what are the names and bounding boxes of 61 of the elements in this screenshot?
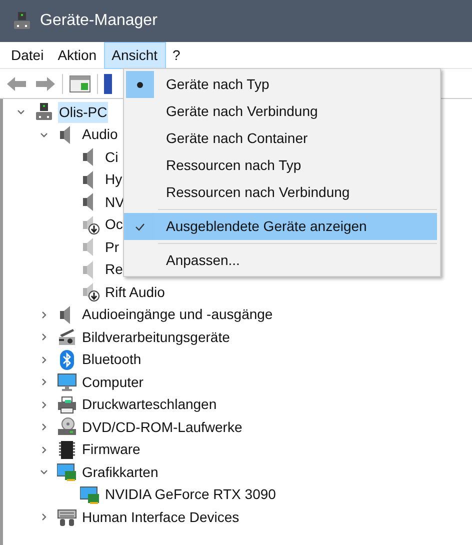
bluetooth-icon: [57, 350, 77, 370]
tree-item[interactable]: Pr: [104, 236, 120, 258]
expanded-chevron-icon[interactable]: [40, 130, 48, 139]
printer-icon: [57, 394, 77, 415]
menu-item[interactable]: Anpassen...: [124, 247, 437, 274]
collapsed-chevron-icon[interactable]: [40, 310, 48, 319]
collapsed-chevron-icon[interactable]: [40, 513, 48, 522]
device-icon[interactable]: [104, 74, 112, 94]
graphics-card-icon: [57, 462, 77, 482]
chip-icon: [57, 440, 77, 460]
monitor-icon: [57, 372, 77, 392]
menu-item[interactable]: Ressourcen nach Typ: [124, 152, 437, 179]
computer-icon: [34, 102, 54, 122]
tree-item[interactable]: Druckwarteschlangen: [81, 394, 218, 416]
tree-item[interactable]: Olis-PC: [58, 102, 108, 123]
radio-dot-icon: [137, 82, 143, 88]
collapsed-chevron-icon[interactable]: [40, 400, 48, 409]
disabled-speaker-icon: [80, 214, 100, 235]
tree-item[interactable]: Rift Audio: [104, 282, 166, 303]
checkmark-icon: [135, 222, 145, 230]
menu-bar-item[interactable]: Aktion: [50, 42, 104, 68]
menu-item[interactable]: Geräte nach Typ: [124, 71, 437, 98]
tree-item[interactable]: Audioeingänge und -ausgänge: [81, 304, 274, 326]
expanded-chevron-icon[interactable]: [17, 108, 25, 116]
tree-item[interactable]: Re: [104, 259, 124, 280]
tree-item[interactable]: Hy: [104, 169, 124, 190]
tree-item[interactable]: Grafikkarten: [81, 462, 160, 483]
forward-icon[interactable]: [34, 76, 56, 92]
tree-item[interactable]: Computer: [81, 372, 144, 393]
menu-item[interactable]: Geräte nach Container: [124, 125, 437, 152]
disabled-speaker-icon: [80, 282, 100, 302]
graphics-card-icon: [80, 484, 100, 505]
tree-item[interactable]: Human Interface Devices: [81, 506, 240, 528]
collapsed-chevron-icon[interactable]: [40, 378, 48, 386]
collapsed-chevron-icon[interactable]: [40, 446, 48, 454]
collapsed-chevron-icon[interactable]: [40, 333, 48, 342]
menu-item[interactable]: Ausgeblendete Geräte anzeigen: [124, 213, 437, 240]
tree-item[interactable]: NVIDIA GeForce RTX 3090: [104, 484, 277, 506]
window-title: Geräte-Manager: [40, 11, 158, 31]
window-icon[interactable]: [69, 74, 91, 92]
expanded-chevron-icon[interactable]: [40, 468, 48, 476]
back-icon[interactable]: [6, 76, 28, 92]
collapsed-chevron-icon[interactable]: [40, 356, 48, 364]
menu-item[interactable]: Geräte nach Verbindung: [124, 98, 437, 125]
menu-bar-item[interactable]: ?: [166, 42, 188, 68]
camera-icon: [57, 327, 77, 348]
tree-item[interactable]: Bildverarbeitungsgeräte: [81, 326, 231, 348]
menu-bar-item[interactable]: Datei: [4, 42, 51, 68]
keyboard-icon: [57, 507, 77, 528]
tree-item[interactable]: NV: [104, 192, 126, 213]
tree-item[interactable]: Audio: [81, 124, 119, 146]
menu-item[interactable]: Ressourcen nach Verbindung: [124, 179, 437, 206]
collapsed-chevron-icon[interactable]: [40, 423, 48, 432]
tree-item[interactable]: Firmware: [81, 439, 142, 460]
tree-item[interactable]: Oc: [104, 214, 124, 236]
tree-item[interactable]: Bluetooth: [81, 349, 142, 370]
tree-item[interactable]: Ci: [104, 146, 120, 168]
tree-item[interactable]: DVD/CD-ROM-Laufwerke: [81, 416, 244, 438]
disc-drive-icon: [57, 417, 77, 438]
computer-icon: [12, 11, 32, 31]
menu-bar-item[interactable]: Ansicht: [104, 42, 166, 68]
